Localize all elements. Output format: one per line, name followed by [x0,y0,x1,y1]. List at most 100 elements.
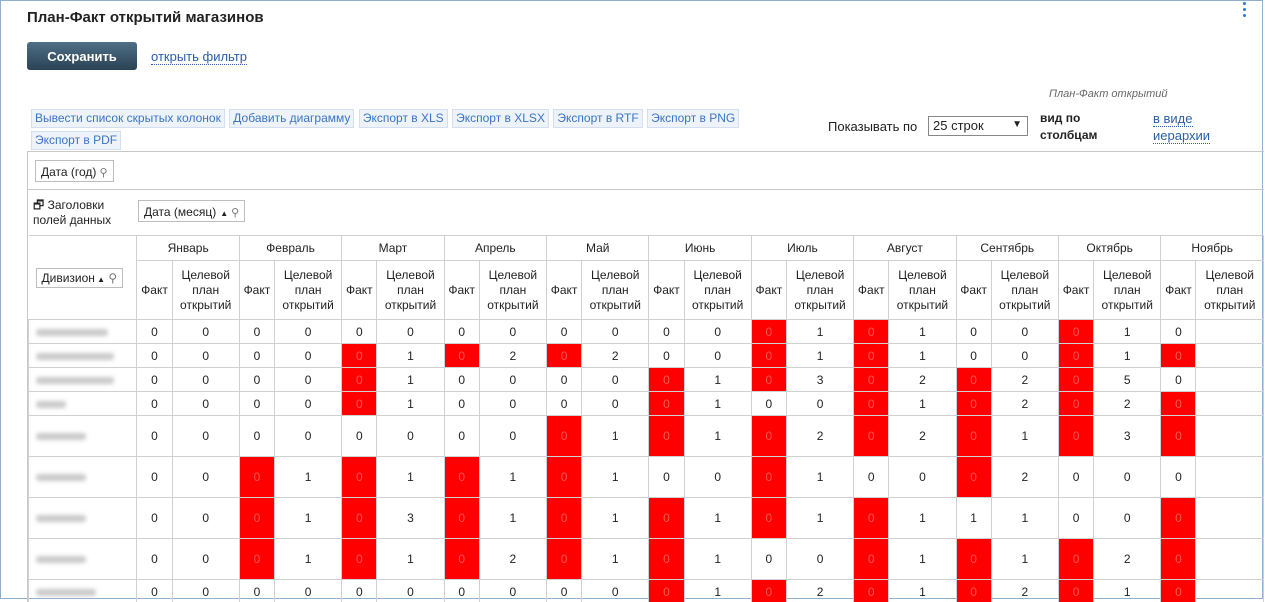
plan-cell: 1 [582,539,649,580]
export-png-button[interactable]: Экспорт в PNG [647,109,739,128]
row-header[interactable] [29,320,137,344]
fact-cell: 0 [137,320,172,344]
plan-cell: 1 [377,392,444,416]
plan-cell: 2 [786,416,853,457]
month-header[interactable]: Август [854,236,956,261]
plan-cell: 1 [377,457,444,498]
redacted-name [36,329,108,336]
redacted-name [36,401,66,408]
filter-icon[interactable]: ⚲ [105,271,117,285]
plan-header: Целевой план открытий [479,261,546,320]
plan-cell: 2 [991,457,1058,498]
data-field-headers-toggle[interactable]: 🗗 Заголовки полей данных [33,198,111,228]
month-header[interactable]: Май [547,236,649,261]
year-field-chip[interactable]: Дата (год)⚲ [35,160,114,182]
plan-cell [1196,457,1264,498]
hierarchy-view-link-line[interactable]: иерархии [1153,128,1210,144]
fact-cell: 0 [751,344,786,368]
hierarchy-view-link-line[interactable]: в виде [1153,111,1193,127]
plan-header: Целевой план открытий [786,261,853,320]
fact-cell: 0 [1058,320,1093,344]
plan-cell: 1 [1094,344,1161,368]
month-header[interactable]: Июнь [649,236,751,261]
fact-cell: 0 [751,539,786,580]
row-header[interactable] [29,539,137,580]
fact-cell: 1 [956,498,991,539]
month-field-chip[interactable]: Дата (месяц) ▲⚲ [138,200,245,222]
fact-cell: 0 [547,320,582,344]
plan-cell: 0 [582,580,649,602]
export-xls-button[interactable]: Экспорт в XLS [359,109,448,128]
save-button[interactable]: Сохранить [27,42,137,70]
plan-cell: 1 [786,457,853,498]
plan-cell: 0 [172,539,239,580]
fact-cell: 0 [1058,539,1093,580]
sort-asc-icon[interactable]: ▲ [220,209,228,218]
export-rtf-button[interactable]: Экспорт в RTF [553,109,642,128]
month-header[interactable]: Ноябрь [1161,236,1264,261]
fact-cell: 0 [342,368,377,392]
plan-cell: 0 [479,392,546,416]
row-header[interactable] [29,344,137,368]
month-field-label: Дата (месяц) [144,205,216,219]
plan-cell: 2 [1094,392,1161,416]
show-hidden-columns-button[interactable]: Вывести список скрытых колонок [31,109,225,128]
plan-header: Целевой план открытий [1196,261,1264,320]
plan-cell: 5 [1094,368,1161,392]
fact-header: Факт [342,261,377,320]
row-header[interactable] [29,368,137,392]
fact-cell: 0 [239,416,274,457]
export-pdf-button[interactable]: Экспорт в PDF [31,131,121,150]
fact-cell: 0 [854,457,889,498]
plan-cell: 1 [582,498,649,539]
add-chart-button[interactable]: Добавить диаграмму [229,109,354,128]
fact-cell: 0 [854,368,889,392]
plan-cell: 3 [1094,416,1161,457]
filter-icon[interactable]: ⚲ [231,207,239,219]
export-xlsx-button[interactable]: Экспорт в XLSX [452,109,549,128]
filter-icon[interactable]: ⚲ [99,167,107,179]
month-header[interactable]: Февраль [239,236,341,261]
fact-cell: 0 [956,392,991,416]
row-header[interactable] [29,498,137,539]
more-menu-icon[interactable] [1243,2,1247,20]
fact-cell: 0 [649,498,684,539]
row-header[interactable] [29,457,137,498]
table-row: 000000000001020102010 [29,580,1264,602]
fact-cell: 0 [137,498,172,539]
plan-cell: 1 [684,368,751,392]
row-header[interactable] [29,416,137,457]
page-size-select[interactable]: 25 строк ▼ [928,116,1028,136]
table-row: 000000000101020201030 [29,416,1264,457]
plan-cell: 1 [479,498,546,539]
plan-cell: 0 [172,457,239,498]
fact-cell: 0 [342,416,377,457]
fact-cell: 0 [649,416,684,457]
month-header[interactable]: Октябрь [1058,236,1160,261]
plan-cell: 0 [582,392,649,416]
row-header[interactable] [29,580,137,602]
month-header[interactable]: Сентябрь [956,236,1058,261]
sort-asc-icon[interactable]: ▲ [95,275,105,284]
fact-cell: 0 [137,344,172,368]
month-header[interactable]: Январь [137,236,239,261]
plan-header: Целевой план открытий [377,261,444,320]
plan-cell [1196,498,1264,539]
fact-cell: 0 [649,580,684,602]
plan-cell: 1 [479,457,546,498]
plan-cell: 0 [274,580,341,602]
fact-header: Факт [956,261,991,320]
month-header-row: Дивизион ▲ ⚲ЯнварьФевральМартАпрельМайИю… [29,236,1264,261]
hierarchy-view-link[interactable]: в виде иерархии [1153,110,1210,144]
open-filter-link[interactable]: открыть фильтр [151,49,247,65]
month-header[interactable]: Март [342,236,444,261]
month-header[interactable]: Июль [751,236,853,261]
plan-header: Целевой план открытий [1094,261,1161,320]
plan-cell: 0 [172,368,239,392]
row-field-chip[interactable]: Дивизион ▲ ⚲ [36,268,124,288]
row-header[interactable] [29,392,137,416]
plan-cell: 1 [684,392,751,416]
plan-cell: 1 [274,498,341,539]
month-header[interactable]: Апрель [444,236,546,261]
plan-cell: 0 [889,457,956,498]
